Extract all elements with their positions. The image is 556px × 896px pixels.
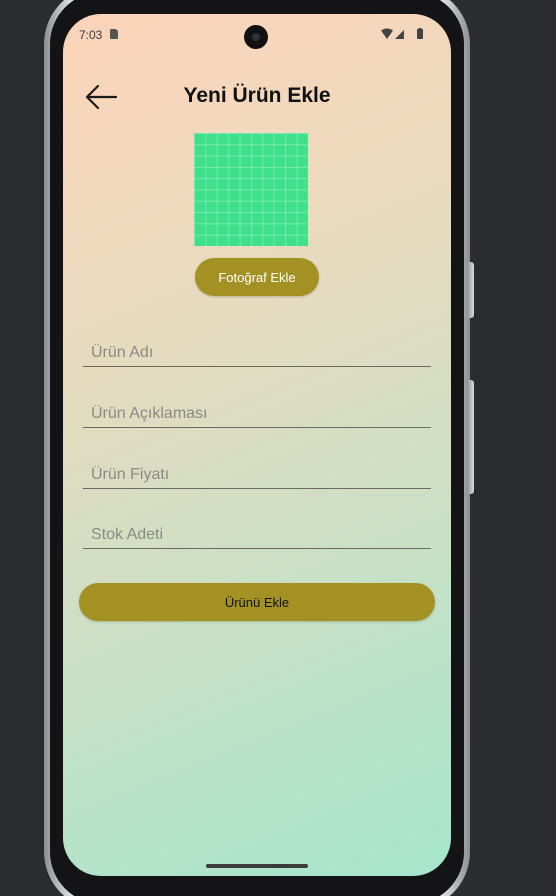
product-name-input[interactable] [83,335,431,366]
add-photo-button[interactable]: Fotoğraf Ekle [195,258,319,296]
status-time: 7:03 [79,28,103,42]
product-name-field[interactable] [83,335,431,367]
add-product-button[interactable]: Ürünü Ekle [79,583,435,621]
volume-button [468,262,474,318]
product-price-input[interactable] [83,457,431,488]
product-description-input[interactable] [83,396,431,427]
sd-card-icon [110,29,118,39]
product-description-field[interactable] [83,396,431,428]
stock-quantity-input[interactable] [83,517,431,548]
signal-icon [395,30,404,39]
stock-quantity-field[interactable] [83,517,431,549]
app-screen: 7:03 Yeni Ürün Ekle Fotoğraf Ekle Ürünü … [63,14,451,876]
power-button [468,380,474,494]
front-camera [244,25,268,49]
home-indicator[interactable] [206,864,308,868]
battery-icon [417,28,423,39]
page-title: Yeni Ürün Ekle [183,84,331,107]
wifi-icon [381,28,393,39]
status-icons [381,28,423,39]
product-image-placeholder[interactable] [194,133,308,246]
product-price-field[interactable] [83,457,431,489]
